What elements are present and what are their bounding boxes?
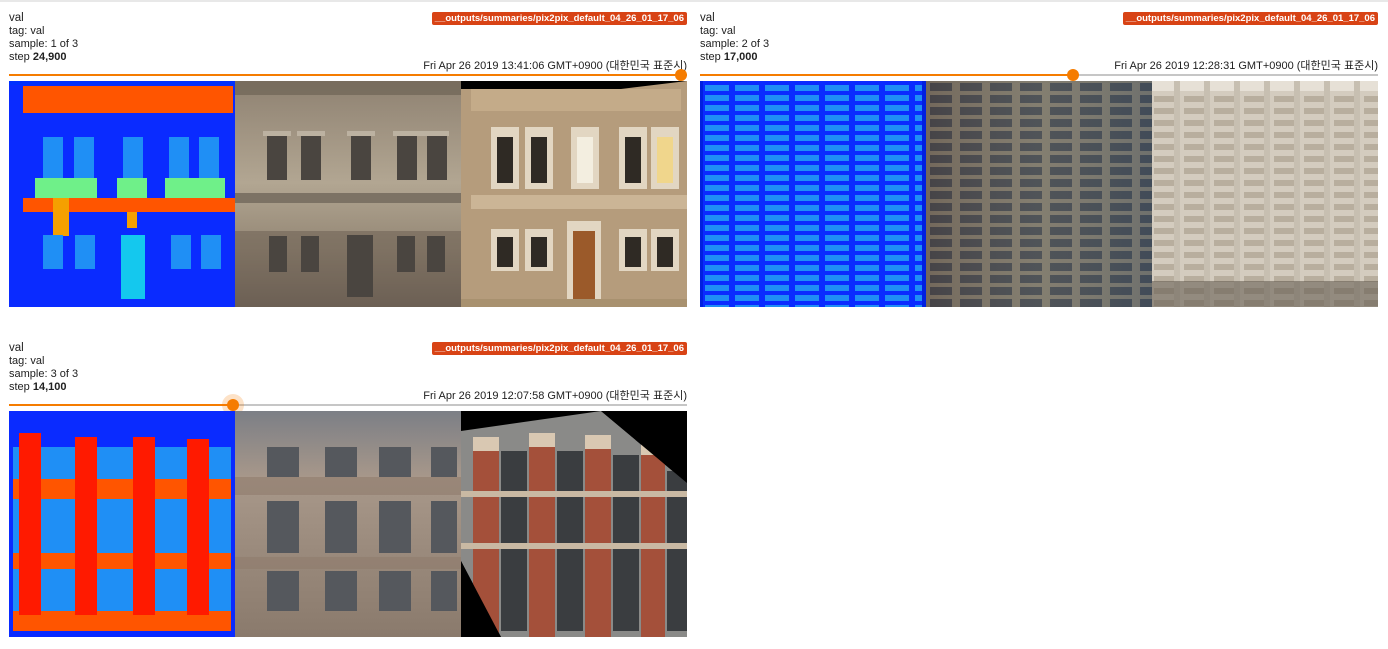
step-label: step 14,100 — [9, 381, 67, 393]
run-badge: __outputs/summaries/pix2pix_default_04_2… — [431, 342, 687, 355]
label-map-panel — [9, 81, 235, 307]
slider-knob[interactable] — [675, 69, 687, 81]
step-slider[interactable] — [700, 69, 1378, 81]
generated-facade-panel — [235, 411, 461, 637]
top-divider — [0, 0, 1388, 2]
card-title: val — [9, 342, 24, 354]
target-facade-panel — [1152, 81, 1378, 307]
image-card-1: val tag: val sample: 1 of 3 step 24,900 … — [9, 12, 687, 309]
wall-time: Fri Apr 26 2019 13:41:06 GMT+0900 (대한민국 … — [423, 60, 687, 72]
image-card-3: val tag: val sample: 3 of 3 step 14,100 … — [9, 342, 687, 639]
step-slider[interactable] — [9, 394, 687, 416]
generated-facade-panel — [926, 81, 1152, 307]
sample-image — [9, 81, 687, 307]
sample-label: sample: 3 of 3 — [9, 368, 79, 380]
sample-image — [700, 81, 1378, 307]
label-map-panel — [9, 411, 235, 637]
wall-time: Fri Apr 26 2019 12:28:31 GMT+0900 (대한민국 … — [1114, 60, 1378, 72]
tag-label: tag: val — [9, 355, 45, 367]
card-meta: val tag: val sample: 2 of 3 step 17,000 — [700, 12, 769, 64]
sample-image — [9, 411, 687, 637]
step-label: step 24,900 — [9, 51, 67, 63]
step-label: step 17,000 — [700, 51, 758, 63]
image-card-2: val tag: val sample: 2 of 3 step 17,000 … — [700, 12, 1378, 309]
card-meta: val tag: val sample: 3 of 3 step 14,100 — [9, 342, 78, 394]
slider-fill — [9, 74, 687, 76]
tag-label: tag: val — [700, 25, 736, 37]
step-slider[interactable] — [9, 69, 687, 81]
target-facade-panel — [461, 411, 687, 637]
step-value: 24,900 — [32, 51, 67, 63]
sample-label: sample: 2 of 3 — [700, 38, 770, 50]
slider-fill — [9, 404, 233, 406]
card-title: val — [700, 12, 715, 24]
card-meta: val tag: val sample: 1 of 3 step 24,900 — [9, 12, 78, 64]
step-value: 17,000 — [723, 51, 758, 63]
run-badge: __outputs/summaries/pix2pix_default_04_2… — [1122, 12, 1378, 25]
step-value: 14,100 — [32, 381, 67, 393]
generated-facade-panel — [235, 81, 461, 307]
slider-fill — [700, 74, 1073, 76]
label-map-panel — [700, 81, 926, 307]
card-title: val — [9, 12, 24, 24]
target-facade-panel — [461, 81, 687, 307]
sample-label: sample: 1 of 3 — [9, 38, 79, 50]
slider-knob[interactable] — [1067, 69, 1079, 81]
slider-knob[interactable] — [227, 399, 239, 411]
wall-time: Fri Apr 26 2019 12:07:58 GMT+0900 (대한민국 … — [423, 390, 687, 402]
run-badge: __outputs/summaries/pix2pix_default_04_2… — [431, 12, 687, 25]
tag-label: tag: val — [9, 25, 45, 37]
